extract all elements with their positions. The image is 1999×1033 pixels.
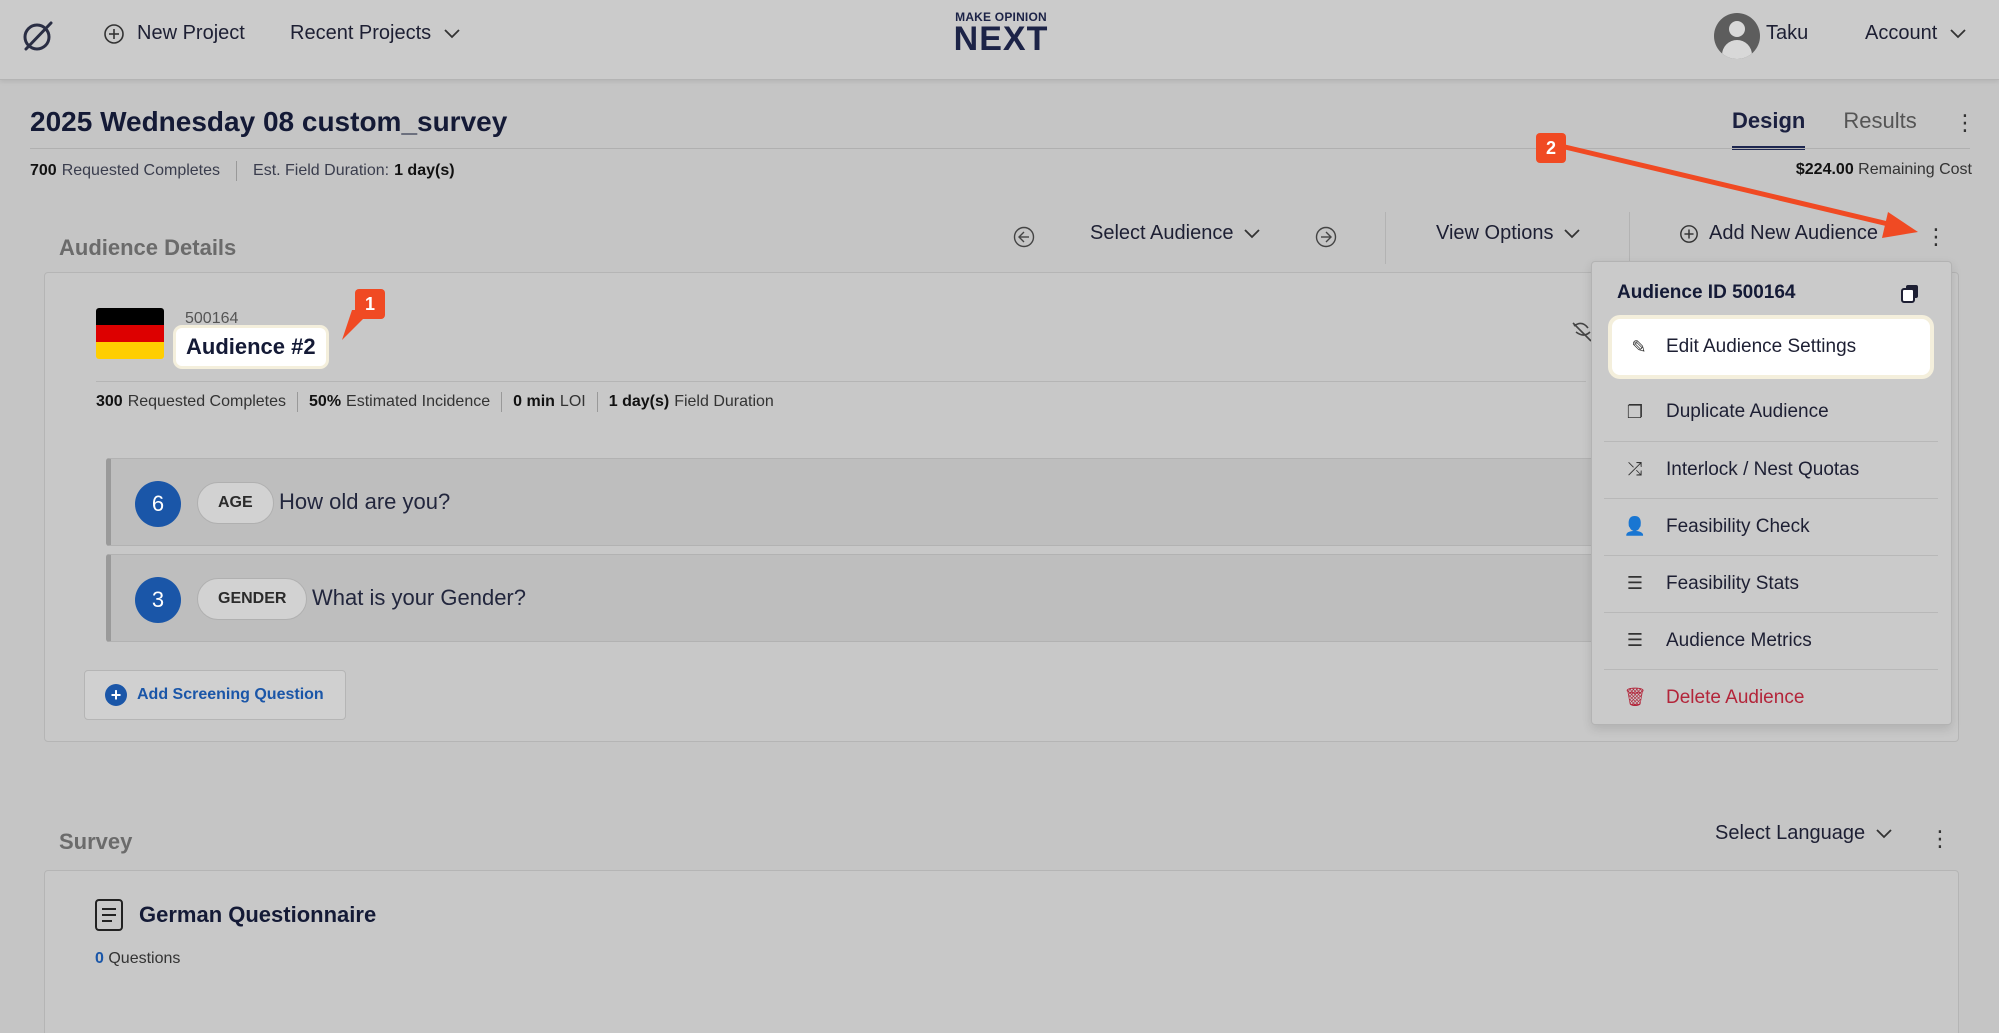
survey-more-icon[interactable]: ⋮: [1929, 826, 1951, 852]
questionnaire-title[interactable]: German Questionnaire: [139, 902, 376, 928]
questions-count-label: Questions: [108, 950, 181, 967]
chevron-down-icon: [1876, 828, 1892, 838]
document-icon: [95, 899, 123, 931]
select-language-label: Select Language: [1715, 822, 1866, 844]
questions-count: 0 Questions: [95, 950, 180, 968]
survey-section-title: Survey: [59, 829, 133, 854]
annotation-badge-2: 2: [1536, 133, 1566, 163]
annotation-badge-1: 1: [355, 289, 385, 319]
questions-count-value: 0: [95, 950, 104, 967]
questionnaire-card: [44, 870, 1959, 1033]
select-language-dropdown[interactable]: Select Language: [1715, 822, 1893, 845]
